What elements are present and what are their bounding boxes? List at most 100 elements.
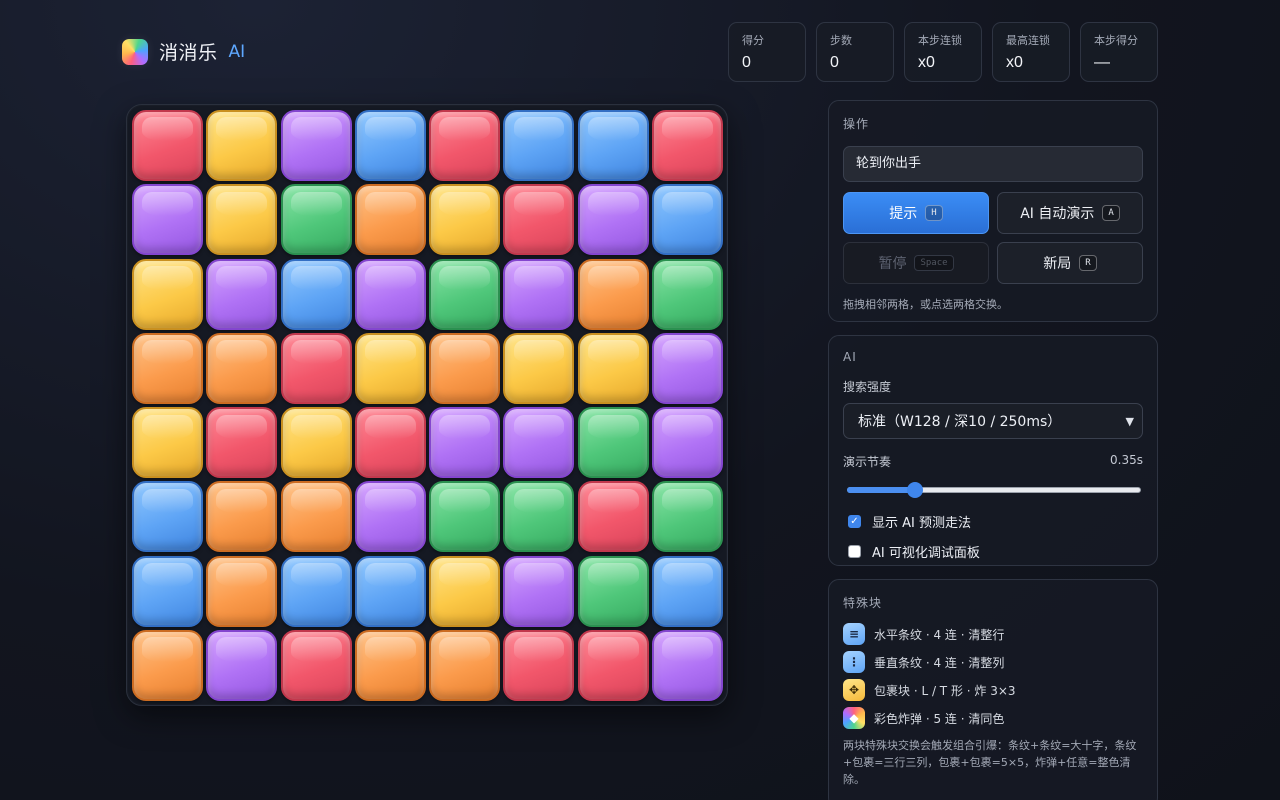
tile-green[interactable]: [577, 407, 649, 479]
stat-score: 得分 0: [728, 22, 806, 82]
tile-orange[interactable]: [206, 481, 278, 553]
pause-button[interactable]: 暂停 Space: [843, 242, 989, 284]
special-item-text: 彩色炸弹 · 5 连 · 清同色: [874, 711, 1005, 726]
tile-purple[interactable]: [503, 258, 575, 330]
ai-auto-demo-button[interactable]: AI 自动演示 A: [997, 192, 1143, 234]
special-item-text: 垂直条纹 · 4 连 · 清整列: [874, 655, 1005, 670]
tile-red[interactable]: [503, 630, 575, 702]
tile-purple[interactable]: [652, 332, 724, 404]
strength-select[interactable]: 标准（W128 / 深10 / 250ms） ▼: [843, 403, 1143, 439]
tile-green[interactable]: [503, 481, 575, 553]
debug-panel-option[interactable]: AI 可视化调试面板: [843, 542, 1143, 561]
tile-yellow[interactable]: [280, 407, 352, 479]
tile-red[interactable]: [503, 184, 575, 256]
tile-blue[interactable]: [280, 258, 352, 330]
tile-orange[interactable]: [429, 332, 501, 404]
tile-yellow[interactable]: [429, 555, 501, 627]
tile-purple[interactable]: [354, 481, 426, 553]
pause-button-label: 暂停: [878, 256, 907, 272]
show-prediction-checkbox[interactable]: ✓: [848, 515, 861, 528]
stat-value: x0: [1006, 54, 1023, 71]
tile-purple[interactable]: [206, 258, 278, 330]
tempo-slider[interactable]: [847, 482, 1141, 498]
tile-blue[interactable]: [652, 555, 724, 627]
tile-purple[interactable]: [503, 407, 575, 479]
controls-help: 拖拽相邻两格，或点选两格交换。: [843, 298, 1008, 311]
tile-yellow[interactable]: [132, 258, 203, 330]
hint-button-label: 提示: [889, 206, 918, 222]
tile-purple[interactable]: [577, 184, 649, 256]
special-blocks-panel: 特殊块 ≡ 水平条纹 · 4 连 · 清整行 ⋮ 垂直条纹 · 4 连 · 清整…: [828, 579, 1158, 800]
tile-blue[interactable]: [354, 110, 426, 181]
tile-red[interactable]: [206, 407, 278, 479]
tile-orange[interactable]: [429, 630, 501, 702]
tile-red[interactable]: [132, 110, 203, 181]
tile-blue[interactable]: [652, 184, 724, 256]
tile-green[interactable]: [429, 258, 501, 330]
tile-purple[interactable]: [503, 555, 575, 627]
vertical-stripe-icon: ⋮: [843, 651, 865, 673]
tile-red[interactable]: [354, 407, 426, 479]
tile-red[interactable]: [429, 110, 501, 181]
tile-blue[interactable]: [132, 481, 203, 553]
new-game-button[interactable]: 新局 R: [997, 242, 1143, 284]
tile-yellow[interactable]: [577, 332, 649, 404]
tile-green[interactable]: [652, 258, 724, 330]
tile-yellow[interactable]: [354, 332, 426, 404]
tile-blue[interactable]: [577, 110, 649, 181]
stat-value: 0: [830, 54, 839, 71]
tile-red[interactable]: [577, 630, 649, 702]
tile-yellow[interactable]: [206, 184, 278, 256]
hint-shortcut-key: H: [925, 205, 943, 221]
ai-panel: AI 搜索强度 标准（W128 / 深10 / 250ms） ▼ 演示节奏 0.…: [828, 335, 1158, 566]
strength-label: 搜索强度: [843, 380, 892, 394]
tile-orange[interactable]: [577, 258, 649, 330]
tile-orange[interactable]: [354, 184, 426, 256]
tile-purple[interactable]: [652, 407, 724, 479]
tile-red[interactable]: [280, 332, 352, 404]
tile-yellow[interactable]: [206, 110, 278, 181]
hint-button[interactable]: 提示 H: [843, 192, 989, 234]
show-prediction-option[interactable]: ✓ 显示 AI 预测走法: [843, 512, 1143, 531]
tile-purple[interactable]: [652, 630, 724, 702]
color-bomb-icon: ◆: [843, 707, 865, 729]
tile-green[interactable]: [429, 481, 501, 553]
tile-orange[interactable]: [206, 555, 278, 627]
tile-orange[interactable]: [132, 630, 203, 702]
chevron-down-icon: ▼: [1125, 414, 1134, 428]
tile-orange[interactable]: [354, 630, 426, 702]
tile-red[interactable]: [652, 110, 724, 181]
slider-thumb[interactable]: [906, 482, 923, 498]
stat-label: 本步连锁: [918, 34, 962, 47]
operations-panel: 操作 轮到你出手 提示 H AI 自动演示 A 暂停 Space 新局 R 拖拽…: [828, 100, 1158, 322]
tile-blue[interactable]: [354, 555, 426, 627]
tile-purple[interactable]: [429, 407, 501, 479]
special-item-text: 水平条纹 · 4 连 · 清整行: [874, 627, 1005, 642]
tile-orange[interactable]: [206, 332, 278, 404]
tile-purple[interactable]: [280, 110, 352, 181]
tile-green[interactable]: [280, 184, 352, 256]
special-item: ⋮ 垂直条纹 · 4 连 · 清整列: [843, 651, 1143, 673]
tile-blue[interactable]: [132, 555, 203, 627]
tile-blue[interactable]: [503, 110, 575, 181]
tile-green[interactable]: [577, 555, 649, 627]
tile-yellow[interactable]: [503, 332, 575, 404]
stat-value: —: [1094, 54, 1110, 71]
tile-green[interactable]: [652, 481, 724, 553]
tile-blue[interactable]: [280, 555, 352, 627]
game-logo-icon: [122, 38, 148, 65]
tile-purple[interactable]: [354, 258, 426, 330]
game-board: [126, 104, 728, 706]
tile-red[interactable]: [577, 481, 649, 553]
debug-panel-checkbox[interactable]: [848, 545, 861, 558]
tile-red[interactable]: [280, 630, 352, 702]
brand: 消消乐 AI: [122, 38, 245, 65]
special-item: ≡ 水平条纹 · 4 连 · 清整行: [843, 623, 1143, 645]
tile-orange[interactable]: [280, 481, 352, 553]
combo-note: 两块特殊块交换会触发组合引爆：条纹+条纹=大十字，条纹+包裹=三行三列，包裹+包…: [843, 739, 1137, 786]
tile-yellow[interactable]: [132, 407, 203, 479]
tile-yellow[interactable]: [429, 184, 501, 256]
tile-purple[interactable]: [206, 630, 278, 702]
tile-purple[interactable]: [132, 184, 203, 256]
tile-orange[interactable]: [132, 332, 203, 404]
